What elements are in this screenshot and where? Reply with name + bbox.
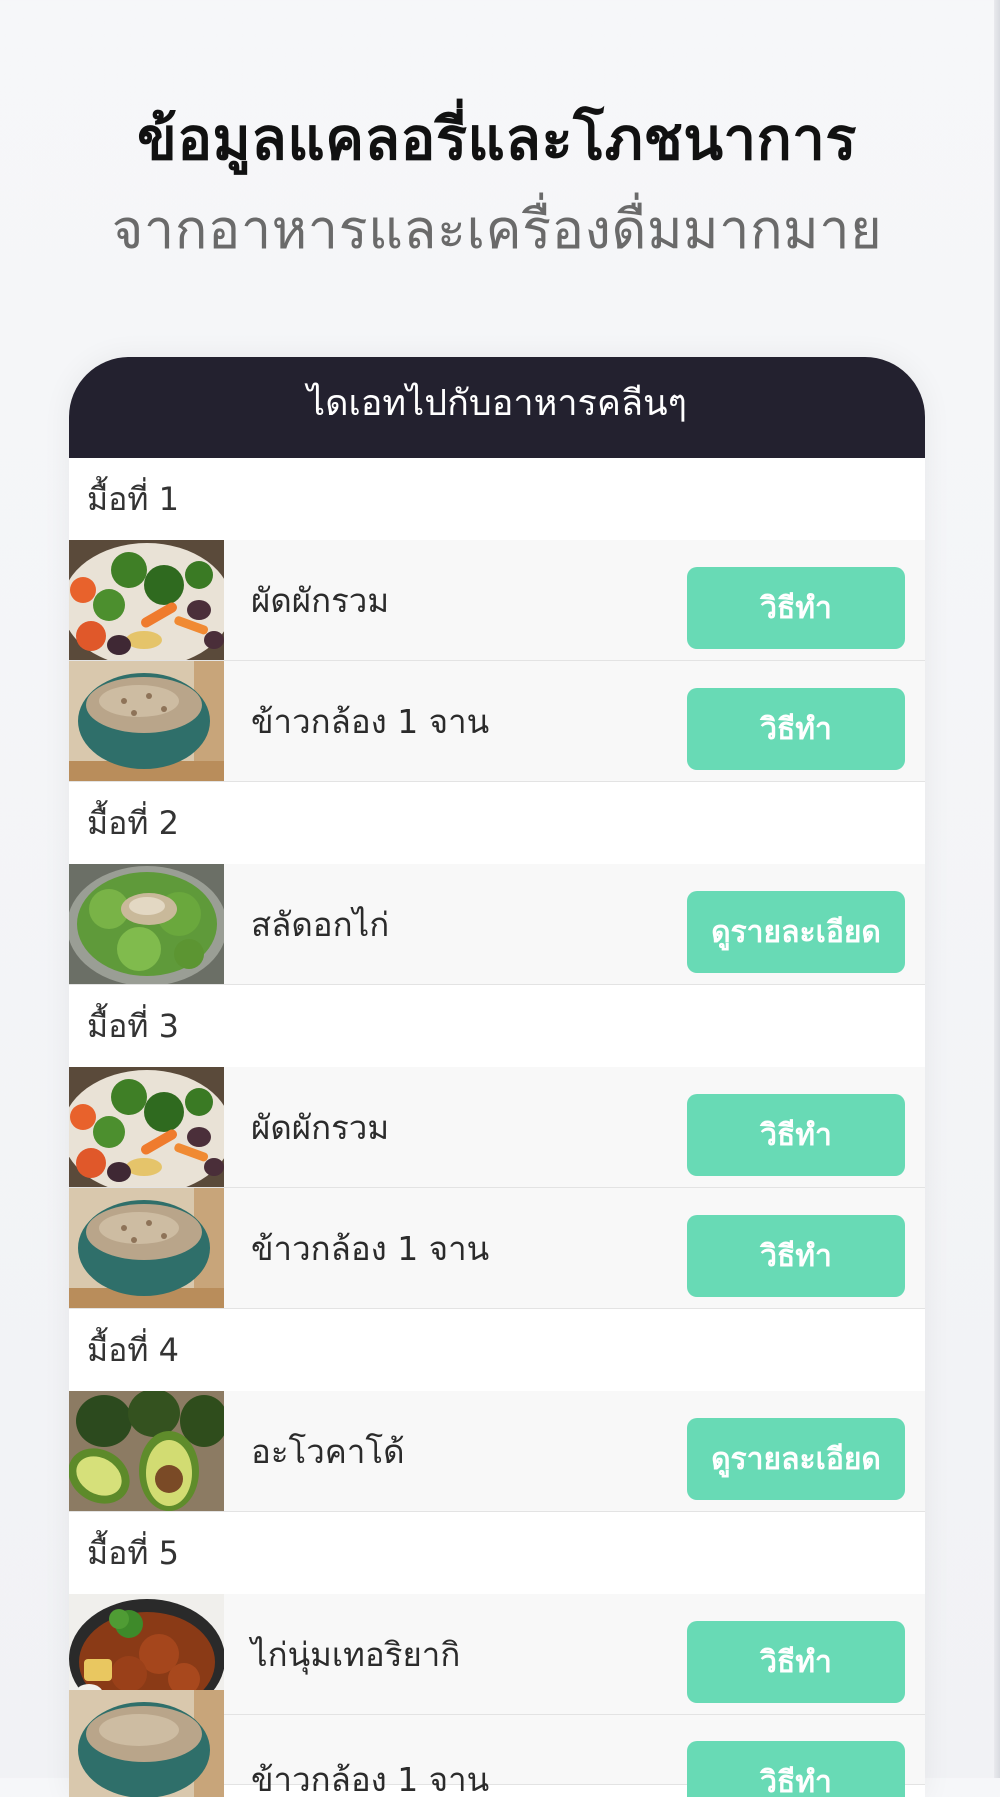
- brown-rice-bowl-photo: [69, 1188, 224, 1308]
- food-row[interactable]: อะโวคาโด้ ดูรายละเอียด: [69, 1391, 925, 1512]
- screen-edge: [994, 0, 1000, 1778]
- food-row[interactable]: ข้าวกล้อง 1 จาน วิธีทำ: [69, 1188, 925, 1309]
- chicken-salad-photo: [69, 864, 224, 984]
- app-header-title: ไดเอทไปกับอาหารคลีนๆ: [69, 357, 925, 458]
- meal-header-3: มื้อที่ 3: [69, 985, 925, 1067]
- phone-screen-card: ไดเอทไปกับอาหารคลีนๆ มื้อที่ 1 ผัดผัก: [69, 357, 925, 1797]
- hero-title: ข้อมูลแคลอรี่และโภชนาการ: [0, 92, 994, 185]
- mixed-vegetables-photo: [69, 540, 224, 660]
- mixed-vegetables-photo: [69, 1067, 224, 1187]
- meal-header-4: มื้อที่ 4: [69, 1309, 925, 1391]
- recipe-button[interactable]: วิธีทำ: [687, 688, 905, 770]
- food-row[interactable]: ข้าวกล้อง 1 จาน วิธีทำ: [69, 661, 925, 782]
- food-row[interactable]: ข้าวกล้อง 1 จาน วิธีทำ: [69, 1715, 925, 1785]
- recipe-button[interactable]: วิธีทำ: [687, 1094, 905, 1176]
- food-row[interactable]: ผัดผักรวม วิธีทำ: [69, 1067, 925, 1188]
- details-button[interactable]: ดูรายละเอียด: [687, 1418, 905, 1500]
- recipe-button[interactable]: วิธีทำ: [687, 567, 905, 649]
- meal-header-1: มื้อที่ 1: [69, 458, 925, 540]
- brown-rice-bowl-photo: [69, 1690, 224, 1797]
- details-button[interactable]: ดูรายละเอียด: [687, 891, 905, 973]
- recipe-button[interactable]: วิธีทำ: [687, 1741, 905, 1797]
- hero-subtitle: จากอาหารและเครื่องดื่มมากมาย: [0, 186, 994, 272]
- meal-header-5: มื้อที่ 5: [69, 1512, 925, 1594]
- brown-rice-bowl-photo: [69, 661, 224, 781]
- food-row[interactable]: สลัดอกไก่ ดูรายละเอียด: [69, 864, 925, 985]
- recipe-button[interactable]: วิธีทำ: [687, 1215, 905, 1297]
- recipe-button[interactable]: วิธีทำ: [687, 1621, 905, 1703]
- avocado-photo: [69, 1391, 224, 1511]
- meal-header-2: มื้อที่ 2: [69, 782, 925, 864]
- food-row[interactable]: ผัดผักรวม วิธีทำ: [69, 540, 925, 661]
